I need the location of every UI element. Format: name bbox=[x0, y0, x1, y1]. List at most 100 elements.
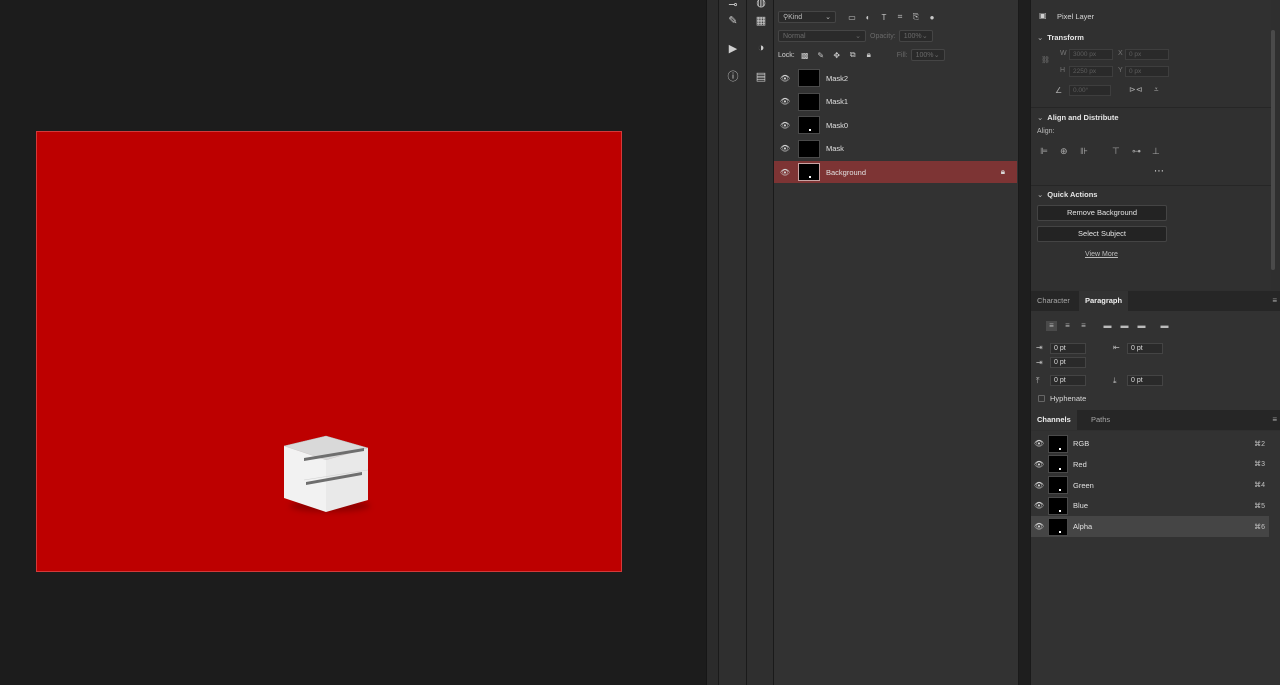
channel-row[interactable]: 👁︎ Alpha ⌘6 bbox=[1031, 516, 1269, 538]
visibility-eye-icon[interactable]: 👁︎ bbox=[1031, 460, 1047, 469]
layer-type-label: Pixel Layer bbox=[1057, 12, 1095, 21]
link-dimensions-icon[interactable]: ⛓ bbox=[1041, 56, 1050, 64]
indent-first-line-input[interactable]: 0 pt bbox=[1050, 357, 1086, 368]
select-subject-button[interactable]: Select Subject bbox=[1037, 226, 1167, 242]
channel-name: Red bbox=[1073, 459, 1087, 469]
opacity-label: Opacity: bbox=[870, 32, 896, 40]
tab-paths[interactable]: Paths bbox=[1085, 410, 1116, 430]
indent-left-input[interactable]: 0 pt bbox=[1050, 343, 1086, 354]
align-horizontal-center-icon[interactable]: ⊕ bbox=[1060, 146, 1068, 157]
quick-actions-section-header[interactable]: ⌄ Quick Actions bbox=[1037, 190, 1097, 199]
visibility-eye-icon[interactable]: 👁︎ bbox=[774, 97, 796, 106]
align-text-left-icon[interactable]: ≡ bbox=[1046, 321, 1057, 331]
space-before-input[interactable]: 0 pt bbox=[1050, 375, 1086, 386]
panel-menu-icon[interactable]: ≡ bbox=[1272, 296, 1277, 305]
width-input[interactable]: 3000 px bbox=[1069, 49, 1113, 60]
lock-position-icon[interactable]: ✥ bbox=[831, 49, 843, 61]
visibility-eye-icon[interactable]: 👁︎ bbox=[1031, 439, 1047, 448]
brush-tool-icon[interactable]: ✎ bbox=[723, 10, 743, 30]
info-icon[interactable]: ⓘ bbox=[723, 66, 743, 86]
lock-image-icon[interactable]: ✎ bbox=[815, 49, 827, 61]
align-text-right-icon[interactable]: ≡ bbox=[1078, 321, 1089, 331]
canvas-area[interactable] bbox=[0, 0, 706, 685]
angle-input[interactable]: 0.00° bbox=[1069, 85, 1111, 96]
channel-name: Green bbox=[1073, 480, 1094, 490]
filter-toggle-icon[interactable]: ● bbox=[926, 11, 938, 23]
layers-panel: ⚲Kind ⌄ ▭ ◐ T ⌗ ⎘ ● Normal ⌄ Opacity: 10… bbox=[774, 0, 1019, 685]
transform-section-header[interactable]: ⌄ Transform bbox=[1037, 33, 1084, 42]
fill-input[interactable]: 100% ⌄ bbox=[910, 49, 945, 61]
visibility-eye-icon[interactable]: 👁︎ bbox=[774, 121, 796, 130]
flip-horizontal-icon[interactable]: ⊳⊲ bbox=[1129, 85, 1142, 94]
channel-row[interactable]: 👁︎ Blue ⌘5 bbox=[1031, 495, 1269, 516]
panel-menu-icon[interactable]: ≡ bbox=[1272, 415, 1277, 424]
channel-row[interactable]: 👁︎ Red ⌘3 bbox=[1031, 454, 1269, 475]
remove-background-button[interactable]: Remove Background bbox=[1037, 205, 1167, 221]
align-right-icon[interactable]: ⊪ bbox=[1080, 146, 1088, 157]
fill-label: Fill: bbox=[896, 51, 908, 59]
height-input[interactable]: 2250 px bbox=[1069, 66, 1113, 77]
justify-last-center-icon[interactable]: ▬ bbox=[1119, 321, 1130, 331]
visibility-eye-icon[interactable]: 👁︎ bbox=[774, 74, 796, 83]
filter-type-icon[interactable]: T bbox=[878, 11, 890, 23]
visibility-eye-icon[interactable]: 👁︎ bbox=[774, 144, 796, 153]
justify-all-icon[interactable]: ▬ bbox=[1159, 321, 1170, 331]
lock-icon[interactable]: 🔒︎ bbox=[1001, 167, 1005, 177]
opacity-value: 100% bbox=[903, 32, 922, 40]
filter-smart-object-icon[interactable]: ⎘ bbox=[910, 11, 922, 23]
indent-right-input[interactable]: 0 pt bbox=[1127, 343, 1163, 354]
layer-row[interactable]: 👁︎ Mask2 bbox=[774, 67, 1017, 89]
layer-name: Mask bbox=[826, 144, 844, 154]
drawer-cabinet-object bbox=[283, 435, 369, 512]
channel-row[interactable]: 👁︎ RGB ⌘2 bbox=[1031, 433, 1269, 454]
filter-shape-icon[interactable]: ⌗ bbox=[894, 11, 906, 23]
lock-label: Lock: bbox=[778, 51, 795, 59]
type-panel-tabbar: Character Paragraph ≡ bbox=[1031, 291, 1280, 311]
lock-transparent-icon[interactable]: ▩ bbox=[799, 49, 811, 61]
lock-artboard-icon[interactable]: ⧉ bbox=[847, 49, 859, 61]
blend-mode-select[interactable]: Normal ⌄ bbox=[778, 30, 866, 42]
lock-all-icon[interactable]: 🔒︎ bbox=[863, 49, 875, 61]
align-text-center-icon[interactable]: ≡ bbox=[1062, 321, 1073, 331]
adjustments-icon[interactable]: ◑ bbox=[751, 38, 771, 58]
hyphenate-checkbox[interactable] bbox=[1038, 395, 1045, 402]
properties-scrollbar[interactable] bbox=[1271, 30, 1275, 270]
tab-paragraph[interactable]: Paragraph bbox=[1079, 291, 1129, 311]
visibility-eye-icon[interactable]: 👁︎ bbox=[1031, 522, 1047, 531]
justify-last-left-icon[interactable]: ▬ bbox=[1102, 321, 1113, 331]
visibility-eye-icon[interactable]: 👁︎ bbox=[774, 168, 796, 177]
actions-play-icon[interactable]: ▶ bbox=[723, 38, 743, 58]
filter-adjustment-icon[interactable]: ◐ bbox=[862, 11, 874, 23]
layer-row[interactable]: 👁︎ Mask bbox=[774, 138, 1017, 160]
tab-channels[interactable]: Channels bbox=[1031, 410, 1077, 430]
visibility-eye-icon[interactable]: 👁︎ bbox=[1031, 501, 1047, 510]
gradients-icon[interactable]: ▤ bbox=[751, 66, 771, 86]
channel-thumbnail bbox=[1048, 476, 1068, 495]
pixel-layer-icon: ▣ bbox=[1039, 11, 1047, 20]
space-after-input[interactable]: 0 pt bbox=[1127, 375, 1163, 386]
swatches-grid-icon[interactable]: ▦ bbox=[751, 10, 771, 30]
channel-shortcut: ⌘5 bbox=[1254, 502, 1265, 510]
layer-row[interactable]: 👁︎ Background 🔒︎ bbox=[774, 161, 1017, 184]
layer-row[interactable]: 👁︎ Mask1 bbox=[774, 91, 1017, 113]
thumbnail-mark bbox=[1059, 530, 1061, 533]
layer-filter-kind-select[interactable]: ⚲Kind ⌄ bbox=[778, 11, 836, 23]
visibility-eye-icon[interactable]: 👁︎ bbox=[1031, 481, 1047, 490]
tab-character[interactable]: Character bbox=[1031, 291, 1076, 311]
y-input[interactable]: 0 px bbox=[1125, 66, 1169, 77]
layer-row[interactable]: 👁︎ Mask0 bbox=[774, 114, 1017, 136]
flip-vertical-icon[interactable]: ⩡ bbox=[1154, 85, 1159, 95]
align-section-header[interactable]: ⌄ Align and Distribute bbox=[1037, 113, 1119, 122]
opacity-input[interactable]: 100% ⌄ bbox=[898, 30, 933, 42]
channel-shortcut: ⌘3 bbox=[1254, 461, 1265, 469]
x-input[interactable]: 0 px bbox=[1125, 49, 1169, 60]
align-top-icon[interactable]: ⊤ bbox=[1112, 146, 1120, 157]
align-vertical-center-icon[interactable]: ⊶ bbox=[1132, 146, 1141, 157]
view-more-link[interactable]: View More bbox=[1085, 251, 1118, 258]
align-bottom-icon[interactable]: ⊥ bbox=[1152, 146, 1160, 157]
align-left-icon[interactable]: ⊫ bbox=[1040, 146, 1048, 157]
filter-pixel-icon[interactable]: ▭ bbox=[846, 11, 858, 23]
channel-row[interactable]: 👁︎ Green ⌘4 bbox=[1031, 475, 1269, 496]
more-options-icon[interactable]: ⋯ bbox=[1154, 166, 1164, 177]
justify-last-right-icon[interactable]: ▬ bbox=[1136, 321, 1147, 331]
